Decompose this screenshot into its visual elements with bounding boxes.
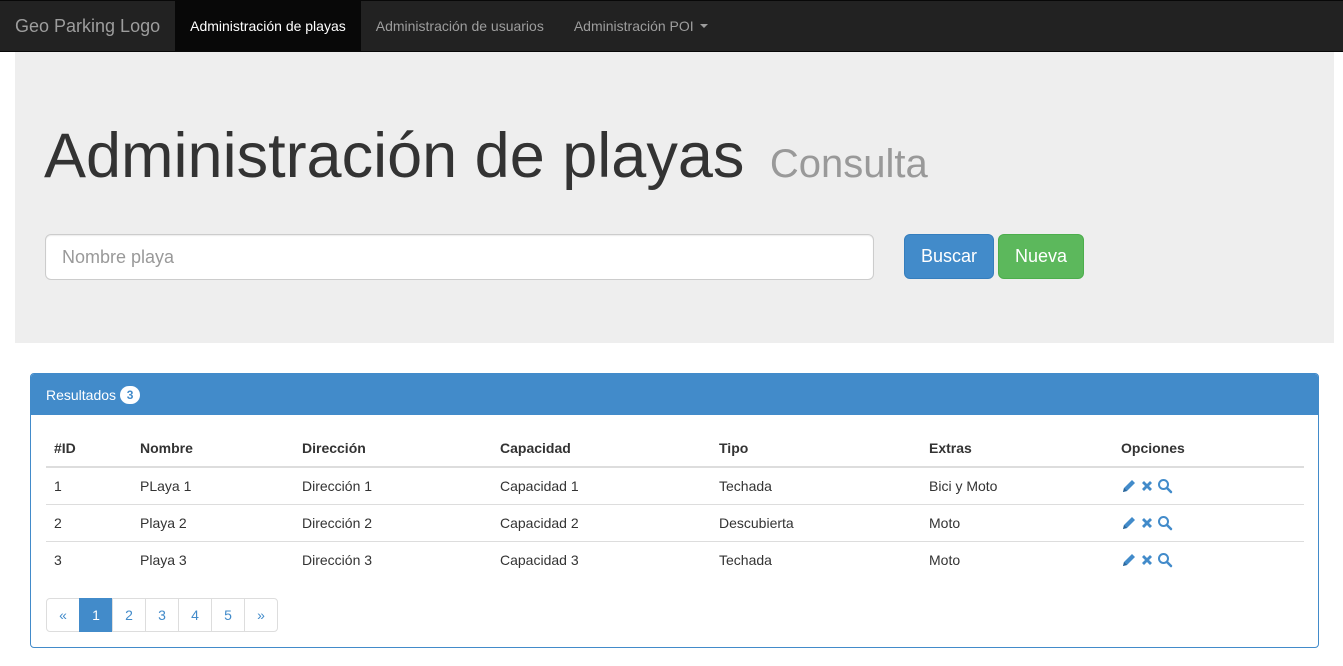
pencil-icon[interactable]: [1121, 515, 1137, 531]
cell-tipo: Techada: [719, 551, 772, 568]
page-title: Administración de playas Consulta: [44, 121, 928, 191]
search-input[interactable]: [45, 234, 874, 280]
remove-icon[interactable]: [1139, 552, 1155, 568]
results-heading: Resultados 3: [31, 374, 1318, 415]
table-row: 1 PLaya 1 Dirección 1 Capacidad 1 Techad…: [46, 467, 1304, 505]
search-icon[interactable]: [1157, 552, 1173, 568]
page-subtitle: Consulta: [769, 142, 928, 186]
cell-capacidad: Capacidad 3: [500, 551, 579, 568]
search-button[interactable]: Buscar: [904, 234, 994, 279]
cell-id: 2: [46, 504, 132, 542]
cell-id: 3: [54, 551, 62, 568]
results-panel: Resultados 3 #ID Nombre Dirección Capaci…: [30, 373, 1319, 648]
column-header-opciones: Opciones: [1113, 430, 1304, 468]
cell-capacidad: Capacidad 2: [492, 504, 711, 542]
remove-icon[interactable]: [1139, 478, 1155, 494]
column-header-capacidad: Capacidad: [492, 430, 711, 468]
caret-down-icon: [699, 24, 708, 28]
pagination-page-5[interactable]: 5: [211, 598, 245, 632]
search-icon[interactable]: [1157, 478, 1173, 494]
cell-capacidad: Capacidad 1: [492, 467, 711, 505]
column-header-id: #ID: [46, 430, 132, 468]
table-header-row: #ID Nombre Dirección Capacidad Tipo Extr…: [46, 430, 1304, 468]
cell-nombre: Playa 2: [132, 504, 294, 542]
cell-opciones: [1113, 541, 1304, 578]
results-count-badge: 3: [120, 385, 141, 404]
new-button[interactable]: Nueva: [998, 234, 1084, 279]
nav-item-label: Administración de playas: [190, 18, 346, 34]
column-header-nombre: Nombre: [132, 430, 294, 468]
column-header-extras: Extras: [921, 430, 1113, 468]
column-header-direccion: Dirección: [294, 430, 492, 468]
pagination-prev[interactable]: «: [46, 598, 80, 632]
pagination: « 1 2 3 4 5 »: [46, 598, 278, 632]
results-heading-label: Resultados: [46, 386, 117, 403]
pencil-icon[interactable]: [1121, 552, 1137, 568]
table-row: 2 Playa 2 Dirección 2 Capacidad 2 Descub…: [46, 504, 1304, 542]
pagination-page-4[interactable]: 4: [178, 598, 212, 632]
cell-nombre: PLaya 1: [132, 467, 294, 505]
cell-extras: Bici y Moto: [921, 467, 1113, 505]
search-icon[interactable]: [1157, 515, 1173, 531]
cell-extras: Moto: [921, 504, 1113, 542]
cell-extras: Moto: [929, 551, 961, 568]
nav-item-usuarios[interactable]: Administración de usuarios: [361, 1, 559, 51]
page-title-text: Administración de playas: [44, 121, 745, 191]
cell-tipo: Descubierta: [711, 504, 921, 542]
jumbotron: Administración de playas Consulta Buscar…: [15, 52, 1334, 343]
column-header-tipo: Tipo: [711, 430, 921, 468]
cell-direccion: Dirección 1: [294, 467, 492, 505]
nav-item-poi-dropdown[interactable]: Administración POI: [559, 1, 723, 51]
pencil-icon[interactable]: [1121, 478, 1137, 494]
nav-item-label: Administración de usuarios: [375, 18, 544, 34]
top-navbar: Geo Parking Logo Administración de playa…: [0, 0, 1343, 52]
pagination-next[interactable]: »: [244, 598, 278, 632]
pagination-page-1[interactable]: 1: [79, 598, 113, 632]
cell-nombre: Playa 3: [140, 551, 187, 568]
cell-opciones: [1113, 467, 1304, 505]
brand-logo[interactable]: Geo Parking Logo: [0, 1, 175, 51]
cell-opciones: [1113, 504, 1304, 542]
pagination-page-3[interactable]: 3: [145, 598, 179, 632]
cell-tipo: Techada: [711, 467, 921, 505]
nav-item-label: Administración POI: [573, 18, 694, 34]
results-table: #ID Nombre Dirección Capacidad Tipo Extr…: [46, 430, 1304, 578]
cell-direccion: Dirección 2: [294, 504, 492, 542]
nav-item-playas[interactable]: Administración de playas: [175, 1, 361, 51]
table-row: 3 Playa 3 Dirección 3 Capacidad 3 Techad…: [46, 541, 1304, 578]
remove-icon[interactable]: [1139, 515, 1155, 531]
cell-direccion: Dirección 3: [302, 551, 373, 568]
cell-id: 1: [46, 467, 132, 505]
pagination-page-2[interactable]: 2: [112, 598, 146, 632]
